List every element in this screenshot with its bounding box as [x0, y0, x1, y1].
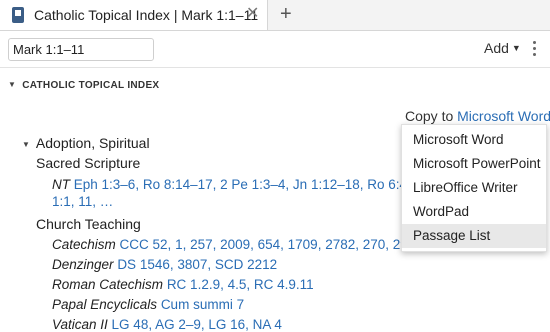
entry-refs[interactable]: LG 48, AG 2–9, LG 16, NA 4 — [112, 317, 282, 332]
menu-item-microsoft-word[interactable]: Microsoft Word — [402, 128, 546, 152]
entry-source: Catechism — [52, 237, 116, 252]
entry-source: Vatican II — [52, 317, 108, 332]
entry-refs[interactable]: DS 1546, 3807, SCD 2212 — [117, 257, 277, 272]
collapse-triangle-icon: ▼ — [8, 80, 17, 89]
copy-to: Copy to Microsoft Word — [405, 108, 550, 124]
group-heading: Church Teaching — [36, 216, 141, 232]
entry-refs[interactable]: Cum summi 7 — [161, 297, 244, 312]
section-title: CATHOLIC TOPICAL INDEX — [22, 80, 160, 91]
add-button[interactable]: Add ▼ — [484, 40, 521, 56]
entry-refs[interactable]: CCC 52, 1, 257, 2009, 654, 1709, 2782, 2… — [120, 237, 450, 252]
copy-to-dropdown: Microsoft Word Microsoft PowerPoint Libr… — [401, 124, 547, 252]
entry-source: NT — [52, 177, 70, 192]
entry-refs-cont[interactable]: 1:1, 11, … — [52, 194, 113, 209]
add-label: Add — [484, 40, 509, 56]
close-icon[interactable]: ✕ — [246, 5, 259, 23]
entry-line: Papal Encyclicals Cum summi 7 — [52, 297, 244, 312]
entry-line: NT Eph 1:3–6, Ro 8:14–17, 2 Pe 1:3–4, Jn… — [52, 177, 455, 192]
group-heading: Sacred Scripture — [36, 155, 141, 171]
menu-item-libreoffice-writer[interactable]: LibreOffice Writer — [402, 176, 546, 200]
topic-heading[interactable]: ▼ Adoption, Spiritual — [22, 135, 150, 151]
entry-continuation: 1:1, 11, … — [52, 194, 113, 209]
entry-source: Papal Encyclicals — [52, 297, 158, 312]
copy-target-link[interactable]: Microsoft Word — [457, 108, 550, 124]
menu-item-passage-list[interactable]: Passage List — [402, 224, 546, 248]
tab-catholic-topical-index[interactable]: Catholic Topical Index | Mark 1:1–11 ✕ — [0, 0, 268, 30]
kebab-menu-icon[interactable] — [533, 41, 537, 57]
reference-input[interactable] — [8, 38, 154, 61]
entry-line: Denzinger DS 1546, 3807, SCD 2212 — [52, 257, 277, 272]
entry-refs[interactable]: RC 1.2.9, 4.5, RC 4.9.11 — [167, 277, 314, 292]
topic-label: Adoption, Spiritual — [35, 135, 150, 151]
entry-refs[interactable]: Eph 1:3–6, Ro 8:14–17, 2 Pe 1:3–4, Jn 1:… — [74, 177, 455, 192]
toolbar: Add▼ — [0, 31, 550, 68]
entry-source: Roman Catechism — [52, 277, 164, 292]
collapse-triangle-icon: ▼ — [22, 140, 30, 149]
menu-item-microsoft-powerpoint[interactable]: Microsoft PowerPoint — [402, 152, 546, 176]
entry-line: Catechism CCC 52, 1, 257, 2009, 654, 170… — [52, 237, 449, 252]
book-icon — [12, 7, 24, 23]
entry-line: Roman Catechism RC 1.2.9, 4.5, RC 4.9.11 — [52, 277, 314, 292]
section-header[interactable]: ▼ CATHOLIC TOPICAL INDEX — [8, 80, 159, 91]
tab-title: Catholic Topical Index | Mark 1:1–11 — [34, 7, 259, 23]
entry-source: Denzinger — [52, 257, 114, 272]
copy-to-label: Copy to — [405, 108, 454, 124]
tab-bar: Catholic Topical Index | Mark 1:1–11 ✕ + — [0, 0, 550, 31]
entry-line: Vatican II LG 48, AG 2–9, LG 16, NA 4 — [52, 317, 282, 332]
chevron-down-icon: ▼ — [511, 43, 521, 53]
new-tab-button[interactable]: + — [280, 3, 292, 25]
menu-item-wordpad[interactable]: WordPad — [402, 200, 546, 224]
